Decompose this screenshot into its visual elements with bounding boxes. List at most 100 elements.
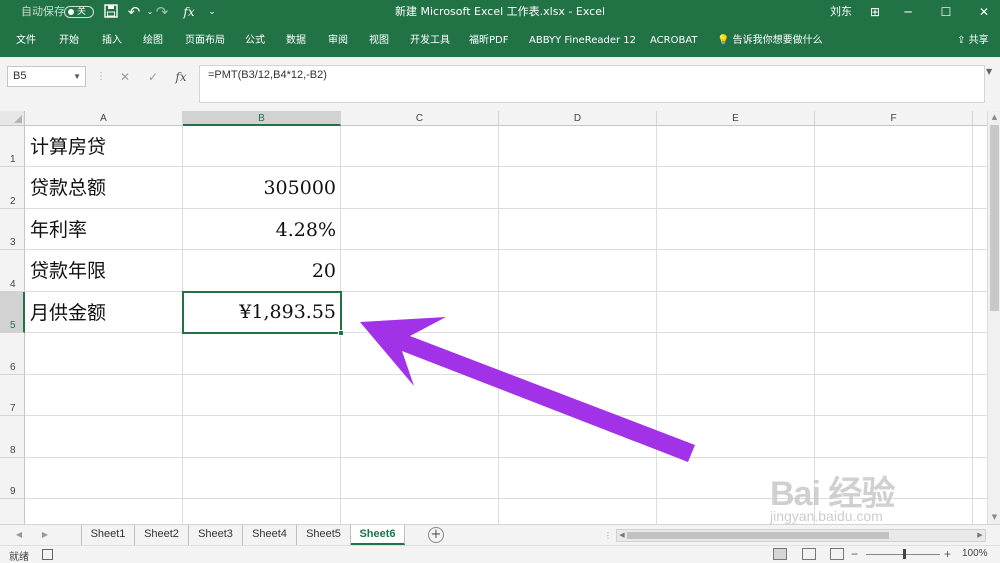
expand-formula-bar-icon[interactable]: ▼ [986, 67, 992, 76]
tab-review[interactable]: 审阅 [328, 32, 348, 50]
grid-cell[interactable] [973, 499, 987, 524]
grid-cell[interactable] [341, 416, 499, 458]
cell-a2[interactable]: 贷款总额 [25, 167, 183, 209]
enter-icon[interactable]: ✓ [143, 67, 163, 87]
macro-record-icon[interactable] [42, 549, 53, 560]
grid-cell[interactable] [341, 250, 499, 292]
grid-cell[interactable] [657, 292, 815, 333]
grid-cell[interactable] [499, 250, 657, 292]
formula-bar-grip[interactable]: ⋮ [96, 70, 106, 84]
row-header-9[interactable]: 9 [0, 458, 25, 499]
grid-cell[interactable] [657, 167, 815, 209]
grid-cell[interactable] [25, 458, 183, 499]
horizontal-scroll-thumb[interactable] [627, 532, 889, 539]
customize-qat-icon[interactable]: ⌄ [204, 4, 220, 20]
ribbon-display-icon[interactable]: ⊞ [860, 0, 890, 24]
grid-cell[interactable] [499, 209, 657, 250]
sheet-tab-sheet3[interactable]: Sheet3 [189, 525, 243, 545]
grid-cell[interactable] [25, 416, 183, 458]
grid-cell[interactable] [973, 209, 987, 250]
grid-cell[interactable] [341, 126, 499, 167]
cancel-icon[interactable]: ✕ [115, 67, 135, 87]
grid-cell[interactable] [657, 375, 815, 416]
row-header-7[interactable]: 7 [0, 375, 25, 416]
grid-cell[interactable] [815, 333, 973, 375]
share-button[interactable]: ⇪ 共享 [957, 32, 989, 50]
grid-cell[interactable] [341, 167, 499, 209]
grid-cell[interactable] [973, 250, 987, 292]
grid-cell[interactable] [183, 499, 341, 524]
column-header-d[interactable]: D [499, 111, 657, 126]
user-name[interactable]: 刘东 [830, 0, 852, 24]
add-sheet-button[interactable]: + [428, 527, 444, 543]
zoom-slider-knob[interactable] [903, 549, 906, 559]
grid-cell[interactable] [183, 416, 341, 458]
grid-cell[interactable] [341, 458, 499, 499]
sheet-tab-sheet1[interactable]: Sheet1 [81, 525, 135, 545]
row-header-10[interactable] [0, 499, 25, 524]
grid-cell[interactable] [499, 499, 657, 524]
close-icon[interactable]: ✕ [969, 0, 999, 24]
autosave-toggle[interactable]: 关 [64, 6, 94, 18]
grid-cell[interactable] [815, 250, 973, 292]
grid-cell[interactable] [341, 333, 499, 375]
normal-view-icon[interactable] [773, 548, 787, 560]
grid-cell[interactable] [341, 292, 499, 333]
tab-home[interactable]: 开始 [59, 32, 79, 50]
grid-cell[interactable] [341, 499, 499, 524]
grid-cell[interactable] [815, 499, 973, 524]
column-header-b[interactable]: B [183, 111, 341, 126]
cell-a1[interactable]: 计算房贷 [25, 126, 183, 167]
vertical-scrollbar[interactable]: ▲ ▼ [987, 111, 1000, 524]
grid-cell[interactable] [815, 458, 973, 499]
grid-cell[interactable] [183, 375, 341, 416]
grid-cell[interactable] [657, 250, 815, 292]
grid-cell[interactable] [815, 375, 973, 416]
formula-input[interactable]: =PMT(B3/12,B4*12,-B2) [199, 65, 985, 103]
grid-cell[interactable] [657, 416, 815, 458]
tab-data[interactable]: 数据 [286, 32, 306, 50]
grid-cell[interactable] [183, 458, 341, 499]
tab-draw[interactable]: 绘图 [143, 32, 163, 50]
cell-b4[interactable]: 20 [183, 250, 341, 292]
tab-acrobat[interactable]: ACROBAT [650, 32, 698, 50]
sheet-tab-sheet4[interactable]: Sheet4 [243, 525, 297, 545]
cell-a4[interactable]: 贷款年限 [25, 250, 183, 292]
column-header-e[interactable]: E [657, 111, 815, 126]
grid-cell[interactable] [657, 126, 815, 167]
prev-sheet-icon[interactable]: ◀ [12, 528, 26, 542]
row-header-5[interactable]: 5 [0, 292, 25, 333]
grid-cell[interactable] [973, 126, 987, 167]
tab-foxit-pdf[interactable]: 福昕PDF [469, 32, 508, 50]
cell-b3[interactable]: 4.28% [183, 209, 341, 250]
scroll-left-icon[interactable]: ◀ [617, 530, 627, 541]
grid-cell[interactable] [183, 333, 341, 375]
tab-file[interactable]: 文件 [16, 32, 36, 50]
grid-cell[interactable] [973, 458, 987, 499]
grid-cell[interactable] [341, 209, 499, 250]
grid-cell[interactable] [499, 333, 657, 375]
cell-b2[interactable]: 305000 [183, 167, 341, 209]
tab-view[interactable]: 视图 [369, 32, 389, 50]
grid-cell[interactable] [815, 126, 973, 167]
grid-cell[interactable] [499, 167, 657, 209]
grid-cell[interactable] [499, 416, 657, 458]
row-header-6[interactable]: 6 [0, 333, 25, 375]
scroll-up-icon[interactable]: ▲ [988, 111, 1000, 123]
column-header-f[interactable]: F [815, 111, 973, 126]
column-header-a[interactable]: A [25, 111, 183, 126]
vertical-scroll-thumb[interactable] [990, 125, 999, 311]
row-header-3[interactable]: 3 [0, 209, 25, 250]
scroll-down-icon[interactable]: ▼ [988, 511, 1000, 523]
cell-a5[interactable]: 月供金额 [25, 292, 183, 333]
column-header-g[interactable] [973, 111, 987, 126]
insert-function-icon[interactable]: fx [171, 67, 191, 87]
row-header-4[interactable]: 4 [0, 250, 25, 292]
tab-page-layout[interactable]: 页面布局 [185, 32, 225, 50]
tab-formulas[interactable]: 公式 [245, 32, 265, 50]
sheet-tab-sheet6[interactable]: Sheet6 [351, 525, 405, 545]
grid-cell[interactable] [973, 416, 987, 458]
chevron-down-icon[interactable]: ▼ [73, 67, 81, 86]
sheet-tab-sheet5[interactable]: Sheet5 [297, 525, 351, 545]
tell-me-box[interactable]: 💡 告诉我你想要做什么 [717, 32, 823, 50]
